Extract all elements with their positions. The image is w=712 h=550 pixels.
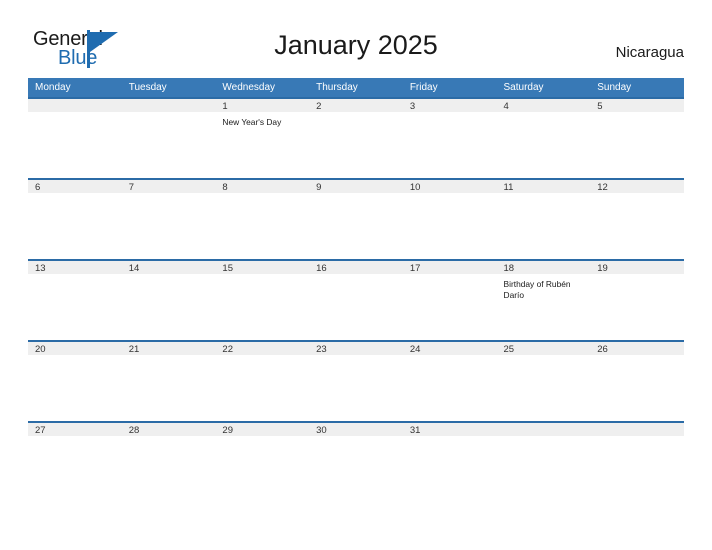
weekday-header-friday: Friday	[409, 82, 438, 93]
day-number: 14	[128, 263, 140, 274]
day-cell[interactable]: 11	[497, 180, 591, 259]
day-cell[interactable]: 24	[403, 342, 497, 421]
day-cell[interactable]: 5	[590, 99, 684, 178]
day-cell-empty	[497, 423, 591, 502]
day-events: New Year's Day	[222, 113, 305, 128]
week-day-cells: 20 21 22 23 24 25 26	[28, 342, 684, 421]
day-cell[interactable]: 31	[403, 423, 497, 502]
calendar-week-row: 6 7 8 9 10 11 12	[28, 178, 684, 259]
day-cell[interactable]: 8	[215, 180, 309, 259]
calendar-week-row: 1 New Year's Day 2 3 4 5	[28, 97, 684, 178]
day-cell[interactable]: 23	[309, 342, 403, 421]
calendar-page: General Blue January 2025 Nicaragua Mond…	[0, 0, 712, 550]
day-number: 2	[316, 101, 322, 112]
day-cell[interactable]: 29	[215, 423, 309, 502]
day-number: 30	[316, 425, 327, 436]
day-cell[interactable]: 12	[590, 180, 684, 259]
day-cell[interactable]: 10	[403, 180, 497, 259]
weekday-header-wednesday: Wednesday	[222, 82, 276, 93]
day-number: 28	[128, 425, 140, 436]
week-day-cells: 6 7 8 9 10 11 12	[28, 180, 684, 259]
day-number: 4	[503, 101, 509, 112]
day-number: 8	[222, 182, 228, 193]
holiday-label: Birthday of Rubén Darío	[503, 279, 571, 300]
day-number: 31	[409, 425, 421, 436]
day-number: 3	[409, 101, 416, 112]
day-number: 27	[35, 425, 46, 436]
day-cell-empty	[28, 99, 122, 178]
weekday-header-tuesday: Tuesday	[128, 82, 167, 93]
day-number: 20	[35, 344, 46, 355]
day-number: 16	[316, 263, 327, 274]
day-cell[interactable]: 1 New Year's Day	[215, 99, 309, 178]
weekday-header-monday: Monday	[35, 82, 71, 93]
calendar-week-row: 27 28 29 30 31	[28, 421, 684, 502]
calendar-weeks: 1 New Year's Day 2 3 4 5 6 7 8 9 10 11 12 13 14 15 16 17 1…	[28, 97, 684, 502]
holiday-label: New Year's Day	[222, 117, 282, 127]
day-number: 22	[222, 344, 233, 355]
day-number: 26	[597, 344, 608, 355]
day-cell[interactable]: 14	[122, 261, 216, 340]
day-cell[interactable]: 15	[215, 261, 309, 340]
day-cell[interactable]: 20	[28, 342, 122, 421]
day-number: 5	[597, 101, 603, 112]
day-number: 15	[222, 263, 233, 274]
day-cell[interactable]: 26	[590, 342, 684, 421]
day-cell[interactable]: 18 Birthday of Rubén Darío	[497, 261, 591, 340]
day-cell[interactable]: 28	[122, 423, 216, 502]
week-day-cells: 1 New Year's Day 2 3 4 5	[28, 99, 684, 178]
day-cell[interactable]: 7	[122, 180, 216, 259]
calendar-grid: Monday Tuesday Wednesday Thursday Friday Satu…	[28, 78, 684, 502]
day-number: 9	[316, 182, 322, 193]
day-number: 21	[128, 344, 140, 355]
day-number: 24	[409, 344, 421, 355]
day-cell[interactable]: 2	[309, 99, 403, 178]
weekday-header-sunday: Sunday	[597, 82, 632, 93]
page-header: General Blue January 2025 Nicaragua	[0, 0, 712, 78]
day-number: 12	[597, 182, 608, 193]
weekday-header-thursday: Thursday	[316, 82, 358, 93]
day-number: 29	[222, 425, 233, 436]
day-cell[interactable]: 19	[590, 261, 684, 340]
day-cell-empty	[590, 423, 684, 502]
country-label: Nicaragua	[615, 44, 684, 61]
day-cell[interactable]: 25	[497, 342, 591, 421]
day-cell[interactable]: 21	[122, 342, 216, 421]
day-number: 10	[409, 182, 421, 193]
day-cell[interactable]: 9	[309, 180, 403, 259]
calendar-week-row: 13 14 15 16 17 18 Birthday of Rubén Darío 19	[28, 259, 684, 340]
day-cell-empty	[122, 99, 216, 178]
day-cell[interactable]: 22	[215, 342, 309, 421]
day-number: 18	[503, 263, 515, 274]
day-cell[interactable]: 16	[309, 261, 403, 340]
day-number: 6	[35, 182, 41, 193]
day-cell[interactable]: 27	[28, 423, 122, 502]
week-day-cells: 27 28 29 30 31	[28, 423, 684, 502]
day-number: 1	[222, 101, 228, 112]
day-cell[interactable]: 17	[403, 261, 497, 340]
week-day-cells: 13 14 15 16 17 18 Birthday of Rubén Darío 19	[28, 261, 684, 340]
day-events: Birthday of Rubén Darío	[504, 275, 587, 300]
page-title: January 2025	[274, 30, 438, 60]
day-cell[interactable]: 3	[403, 99, 497, 178]
day-number: 25	[503, 344, 515, 355]
calendar-week-row: 20 21 22 23 24 25 26	[28, 340, 684, 421]
day-cell[interactable]: 13	[28, 261, 122, 340]
day-cell[interactable]: 4	[497, 99, 591, 178]
day-number: 13	[35, 263, 46, 274]
day-number: 23	[316, 344, 327, 355]
day-number: 7	[128, 182, 134, 193]
weekday-header-saturday: Saturday	[503, 82, 544, 93]
weekday-header-row: Monday Tuesday Wednesday Thursday Friday Satu…	[28, 78, 684, 97]
day-number: 17	[409, 263, 421, 274]
day-number: 19	[597, 263, 608, 274]
day-number: 11	[503, 182, 514, 193]
day-cell[interactable]: 30	[309, 423, 403, 502]
day-cell[interactable]: 6	[28, 180, 122, 259]
